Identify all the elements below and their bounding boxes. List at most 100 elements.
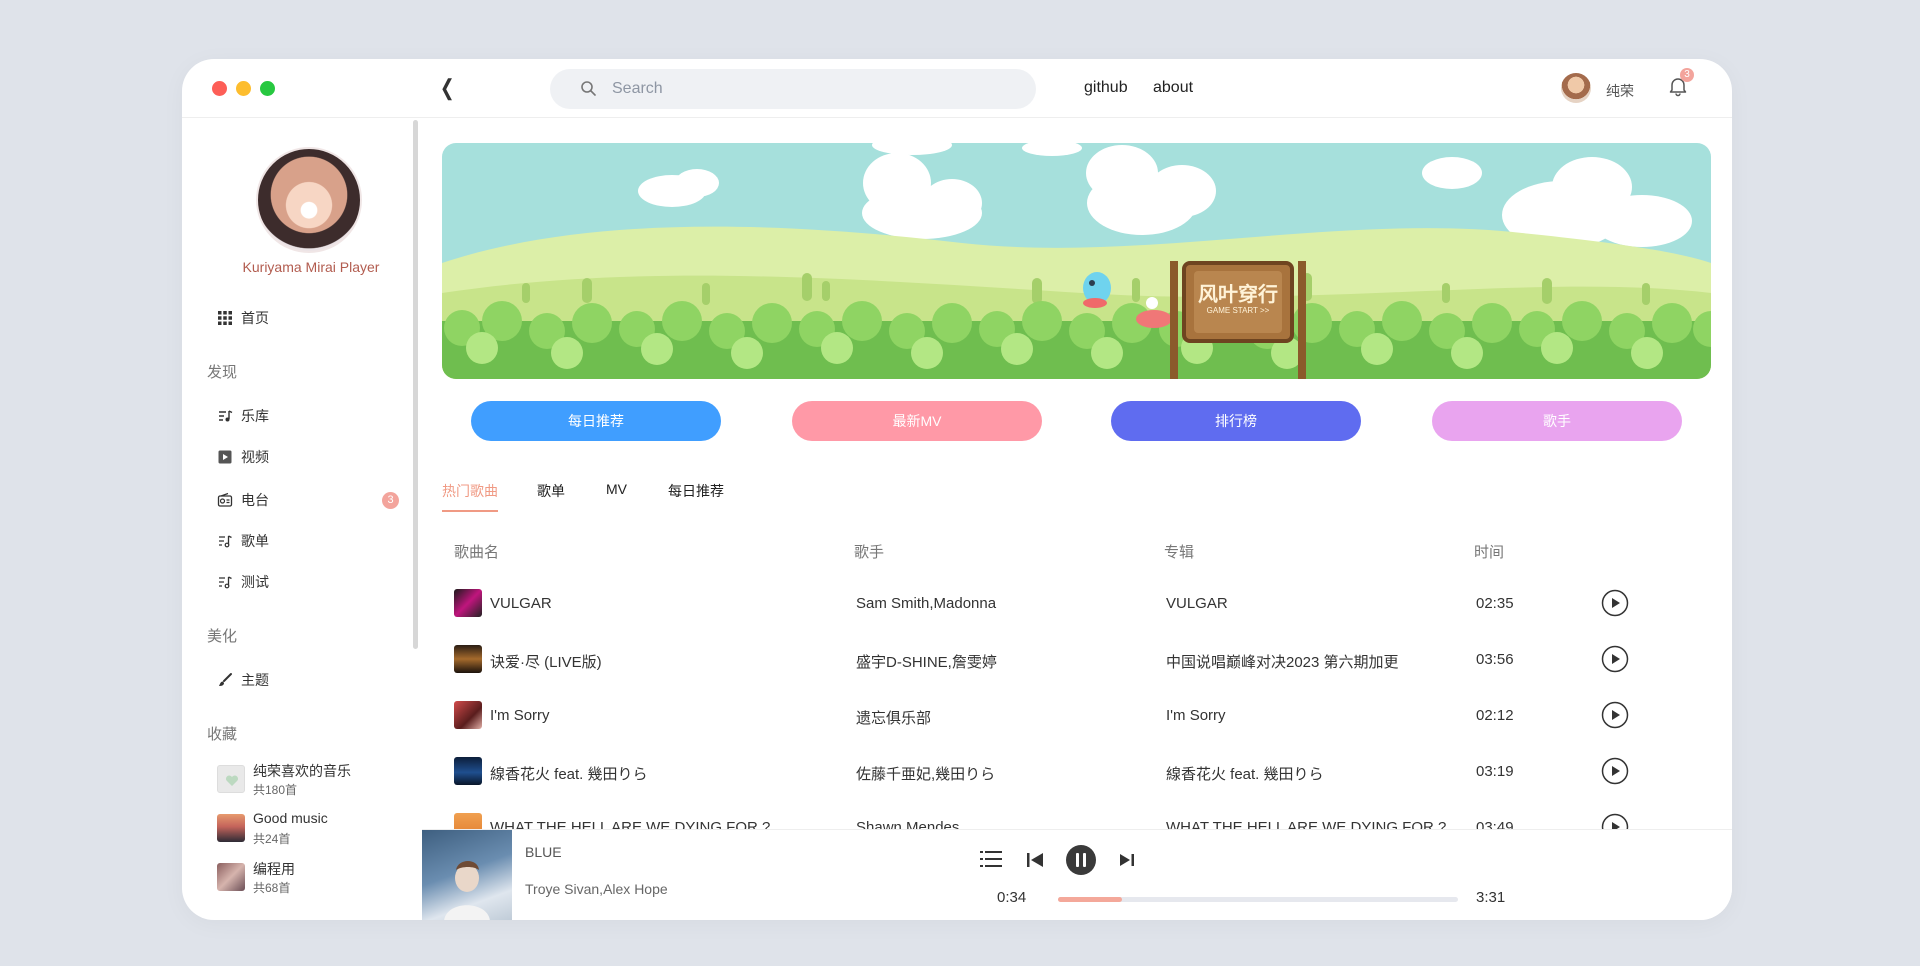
- charts-button[interactable]: 排行榜: [1111, 401, 1361, 441]
- collection-cover: [217, 863, 245, 891]
- song-name: I'm Sorry: [490, 707, 550, 724]
- sidebar-item-label: 主题: [241, 672, 269, 688]
- current-time: 0:34: [997, 889, 1027, 906]
- tab-mv[interactable]: MV: [606, 481, 627, 506]
- app-window: ❮ github about 纯荣 3 Kuriyama Mirai Playe…: [182, 59, 1732, 920]
- tab-daily-recommend[interactable]: 每日推荐: [668, 481, 724, 510]
- sidebar-section-collect: 收藏: [207, 726, 238, 743]
- collection-cover: [217, 765, 245, 793]
- sidebar-item-theme[interactable]: 主题: [217, 668, 269, 692]
- radio-icon: [217, 492, 233, 507]
- collection-count: 共180首: [253, 783, 298, 797]
- sidebar-item-label: 歌单: [241, 533, 269, 549]
- column-header-song: 歌曲名: [454, 544, 500, 561]
- song-artist: 佐藤千亜妃,幾田りら: [856, 766, 996, 783]
- user-name[interactable]: 纯荣: [1606, 81, 1634, 101]
- column-header-artist: 歌手: [854, 544, 885, 561]
- collection-title: 纯荣喜欢的音乐: [253, 763, 351, 779]
- about-link[interactable]: about: [1153, 79, 1193, 97]
- song-cover: [454, 757, 482, 785]
- tab-playlists[interactable]: 歌单: [537, 481, 565, 510]
- grid-icon: [218, 311, 232, 325]
- progress-bar[interactable]: [1058, 897, 1458, 902]
- sidebar-scrollbar[interactable]: [413, 120, 418, 649]
- search-bar[interactable]: [550, 69, 1036, 109]
- playlist-icon: [219, 576, 232, 589]
- radio-count-badge: 3: [382, 492, 399, 509]
- collection-count: 共68首: [253, 881, 291, 895]
- pause-icon[interactable]: [1065, 844, 1097, 876]
- now-playing-title: BLUE: [525, 844, 562, 860]
- song-name: VULGAR: [490, 595, 552, 612]
- table-row[interactable]: I'm Sorry 遗忘俱乐部 I'm Sorry 02:12: [442, 687, 1711, 743]
- song-album: 中国说唱巅峰对决2023 第六期加更: [1166, 654, 1399, 671]
- banner-sign-subtitle: GAME START >>: [1206, 306, 1270, 315]
- song-artist: 盛宇D-SHINE,詹雯婷: [856, 654, 997, 671]
- song-cover: [454, 589, 482, 617]
- play-circle-icon[interactable]: [1601, 701, 1629, 729]
- table-row[interactable]: 诀爱·尽 (LIVE版) 盛宇D-SHINE,詹雯婷 中国说唱巅峰对决2023 …: [442, 631, 1711, 687]
- song-album: 線香花火 feat. 幾田りら: [1166, 766, 1324, 783]
- github-link[interactable]: github: [1084, 79, 1128, 97]
- notification-badge: 3: [1680, 68, 1694, 82]
- sidebar-item-label: 测试: [241, 574, 269, 590]
- player-bar: BLUE Troye Sivan,Alex Hope 0:34 3:31 4: [422, 829, 1732, 920]
- play-circle-icon[interactable]: [1601, 645, 1629, 673]
- latest-mv-button[interactable]: 最新MV: [792, 401, 1042, 441]
- collection-cover: [217, 814, 245, 842]
- sidebar-item-radio[interactable]: 电台: [217, 488, 269, 512]
- close-window-button[interactable]: [212, 81, 227, 96]
- profile-name: Kuriyama Mirai Player: [242, 259, 380, 275]
- daily-recommend-button[interactable]: 每日推荐: [471, 401, 721, 441]
- sidebar: Kuriyama Mirai Player: [182, 119, 419, 920]
- album-art: [444, 861, 490, 920]
- song-cover: [454, 701, 482, 729]
- column-header-album: 专辑: [1164, 544, 1195, 561]
- song-name: 線香花火 feat. 幾田りら: [490, 766, 648, 783]
- sidebar-item-label: 电台: [241, 492, 269, 508]
- maximize-window-button[interactable]: [260, 81, 275, 96]
- tab-hot-songs[interactable]: 热门歌曲: [442, 481, 498, 512]
- collection-title: 编程用: [253, 861, 295, 877]
- back-arrow-icon[interactable]: ❮: [440, 75, 455, 101]
- banner[interactable]: 风叶穿行 GAME START >>: [442, 143, 1711, 379]
- column-header-time: 时间: [1474, 544, 1505, 561]
- song-time: 02:12: [1476, 707, 1514, 724]
- sidebar-item-playlist[interactable]: 歌单: [217, 529, 269, 553]
- artists-button[interactable]: 歌手: [1432, 401, 1682, 441]
- progress-fill: [1058, 897, 1122, 902]
- play-circle-icon[interactable]: [1601, 757, 1629, 785]
- playlist-toggle-icon[interactable]: [980, 849, 1002, 869]
- heart-icon: [225, 775, 239, 786]
- profile-avatar[interactable]: [256, 147, 362, 253]
- playlist-icon: [219, 535, 232, 548]
- search-icon: [581, 81, 596, 96]
- sidebar-item-home[interactable]: 首页: [217, 306, 269, 330]
- sidebar-item-library[interactable]: 乐库: [217, 404, 269, 428]
- top-bar: ❮ github about 纯荣 3: [182, 59, 1732, 118]
- minimize-window-button[interactable]: [236, 81, 251, 96]
- now-playing-cover[interactable]: [422, 830, 512, 920]
- table-row[interactable]: VULGAR Sam Smith,Madonna VULGAR 02:35: [442, 575, 1711, 631]
- song-album: VULGAR: [1166, 595, 1228, 612]
- song-time: 02:35: [1476, 595, 1514, 612]
- sidebar-section-discover: 发现: [207, 364, 238, 381]
- table-row[interactable]: 線香花火 feat. 幾田りら 佐藤千亜妃,幾田りら 線香花火 feat. 幾田…: [442, 743, 1711, 799]
- song-artist: 遗忘俱乐部: [856, 710, 932, 727]
- collection-count: 共24首: [253, 832, 291, 846]
- user-avatar[interactable]: [1561, 73, 1591, 103]
- sidebar-item-test[interactable]: 测试: [217, 570, 269, 594]
- song-artist: Sam Smith,Madonna: [856, 595, 997, 612]
- song-cover: [454, 645, 482, 673]
- play-circle-icon[interactable]: [1601, 589, 1629, 617]
- sidebar-item-video[interactable]: 视频: [217, 445, 269, 469]
- collection-title: Good music: [253, 810, 328, 826]
- song-name: 诀爱·尽 (LIVE版): [490, 654, 602, 671]
- search-input[interactable]: [612, 69, 1012, 109]
- previous-track-icon[interactable]: [1026, 852, 1044, 868]
- brush-icon: [219, 673, 232, 686]
- next-track-icon[interactable]: [1119, 853, 1135, 867]
- song-time: 03:19: [1476, 763, 1514, 780]
- banner-sign-title: 风叶穿行: [1198, 282, 1278, 306]
- sidebar-item-label: 首页: [241, 310, 269, 326]
